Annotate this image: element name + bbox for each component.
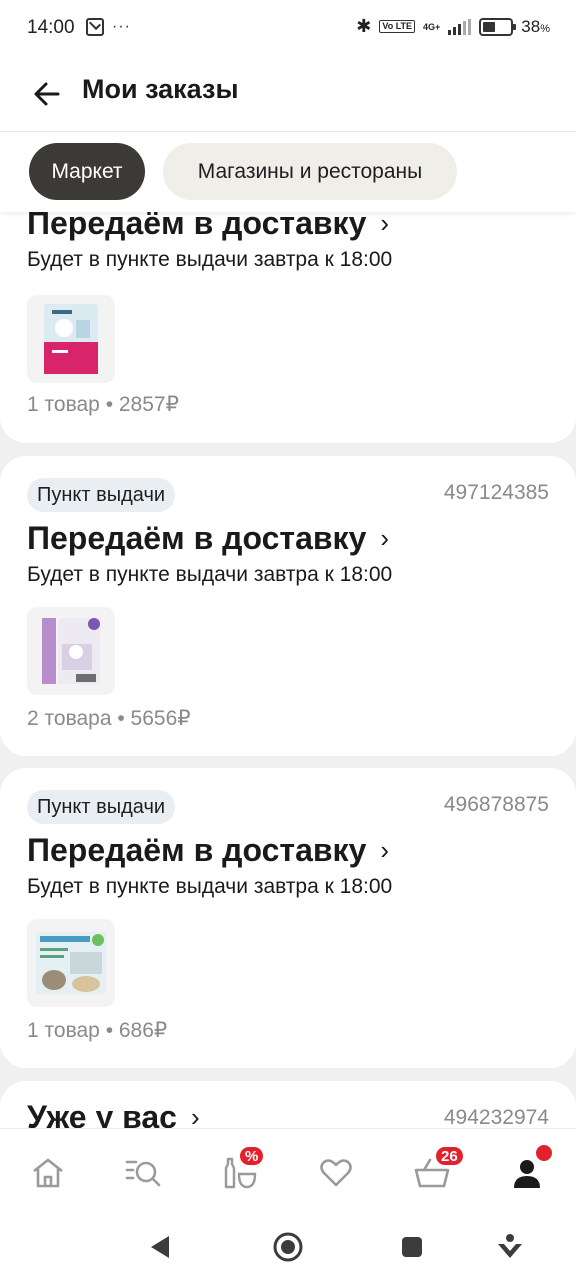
- cart-count-badge: 26: [434, 1145, 465, 1167]
- chevron-right-icon: ›: [380, 523, 390, 553]
- volte-icon: Vo LTE: [379, 20, 416, 33]
- nav-cart[interactable]: 26: [410, 1145, 465, 1195]
- status-time: 14:00: [27, 17, 75, 38]
- order-number: 497124385: [443, 481, 549, 504]
- battery-icon: [479, 17, 517, 36]
- order-summary: 1 товар • 2857₽: [27, 393, 179, 416]
- cat-food-bag-image: [42, 618, 100, 684]
- order-delivery-info: Будет в пункте выдачи завтра к 18:00: [27, 248, 393, 271]
- status-bar: 14:00 ··· ✱ Vo LTE 4G+ 38%: [0, 0, 576, 58]
- order-card[interactable]: Пункт выдачи 497124385 Передаём в достав…: [0, 456, 576, 756]
- back-button[interactable]: [28, 74, 68, 114]
- nav-favorites[interactable]: [314, 1151, 358, 1195]
- tab-shops-restaurants[interactable]: Магазины и рестораны: [163, 143, 457, 200]
- order-number: 494232974: [443, 1106, 549, 1129]
- system-recents-button[interactable]: [394, 1229, 430, 1265]
- catalog-search-icon: [125, 1160, 161, 1187]
- nav-home[interactable]: [26, 1151, 70, 1195]
- nav-profile[interactable]: [506, 1143, 554, 1195]
- system-navigation-bar: [0, 1221, 576, 1271]
- square-recents-icon: [402, 1237, 422, 1257]
- notification-mail-icon: [86, 18, 104, 36]
- system-home-button[interactable]: [270, 1229, 306, 1265]
- order-number: 496878875: [443, 793, 549, 816]
- tab-market[interactable]: Маркет: [29, 143, 145, 200]
- pickup-point-badge: Пункт выдачи: [27, 478, 176, 512]
- pickup-point-badge: Пункт выдачи: [27, 790, 176, 824]
- signal-icon: [448, 18, 472, 35]
- bluetooth-icon: ✱: [356, 16, 372, 36]
- order-summary: 1 товар • 686₽: [27, 1019, 168, 1042]
- discount-badge: %: [238, 1145, 266, 1167]
- network-type-label: 4G+: [423, 21, 441, 32]
- order-status-link[interactable]: Передаём в доставку ›: [27, 832, 389, 869]
- battery-percent: 38%: [521, 16, 550, 36]
- home-icon: [33, 1158, 63, 1188]
- assistant-icon: [498, 1234, 522, 1258]
- tabs-bar: Маркет Магазины и рестораны: [0, 132, 576, 212]
- cat-food-bag-image: [44, 304, 98, 374]
- system-assistant-button[interactable]: [492, 1229, 528, 1265]
- nav-catalog[interactable]: [122, 1151, 166, 1195]
- more-notifications-icon: ···: [112, 18, 131, 35]
- chevron-right-icon: ›: [380, 208, 390, 238]
- system-back-button[interactable]: [142, 1229, 178, 1265]
- nav-products-discounts[interactable]: %: [218, 1145, 266, 1195]
- app-header: Мои заказы: [0, 58, 576, 132]
- page-title: Мои заказы: [82, 74, 239, 104]
- profile-notification-dot: [534, 1143, 554, 1163]
- order-delivery-info: Будет в пункте выдачи завтра к 18:00: [27, 563, 393, 586]
- triangle-back-icon: [151, 1236, 169, 1258]
- order-status: Передаём в доставку: [27, 520, 367, 556]
- circle-home-icon: [273, 1232, 303, 1262]
- chevron-right-icon: ›: [380, 835, 390, 865]
- order-delivery-info: Будет в пункте выдачи завтра к 18:00: [27, 875, 393, 898]
- order-status: Передаём в доставку: [27, 832, 367, 868]
- product-thumbnail[interactable]: [27, 919, 115, 1007]
- heart-icon: [320, 1159, 352, 1187]
- product-thumbnail[interactable]: [27, 295, 115, 383]
- cat-litter-pack-image: [36, 932, 106, 994]
- order-summary: 2 товара • 5656₽: [27, 707, 191, 730]
- arrow-left-icon: [34, 82, 60, 106]
- product-thumbnail[interactable]: [27, 607, 115, 695]
- bottom-navigation: % 26: [0, 1128, 576, 1280]
- order-card[interactable]: Пункт выдачи 496878875 Передаём в достав…: [0, 768, 576, 1068]
- order-status-link[interactable]: Передаём в доставку ›: [27, 520, 389, 557]
